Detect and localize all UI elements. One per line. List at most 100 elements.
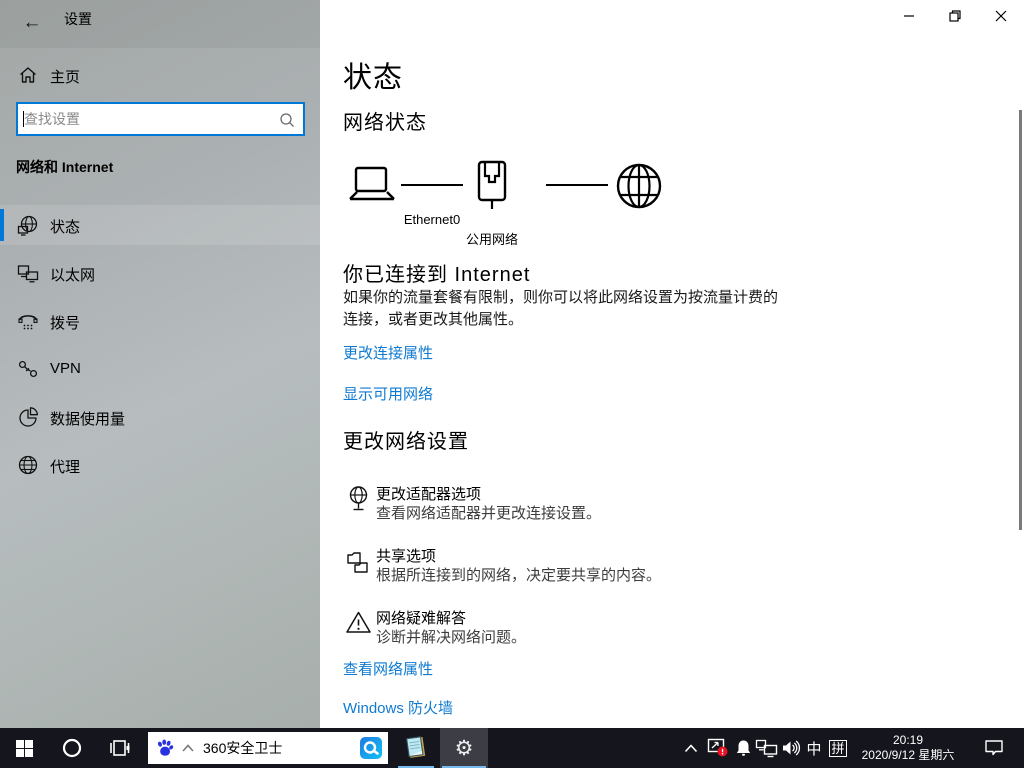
restore-button[interactable] — [932, 0, 978, 32]
network-type-label: 公用网络 — [432, 229, 552, 248]
sidebar-home-label: 主页 — [50, 66, 80, 87]
sidebar-item-label: 代理 — [50, 456, 80, 477]
setting-item-desc: 诊断并解决网络问题。 — [376, 626, 526, 647]
setting-item-troubleshooter[interactable]: 网络疑难解答 诊断并解决网络问题。 — [345, 607, 825, 651]
taskbar: 360安全卫士 — [0, 728, 1024, 768]
ethernet-plug-icon — [473, 160, 511, 210]
connected-heading: 你已连接到 Internet — [343, 258, 530, 287]
tray-show-hidden-icons[interactable] — [678, 728, 704, 768]
main-pane: 状态 网络状态 — [320, 0, 1024, 728]
network-diagram: Ethernet0 公用网络 — [343, 160, 763, 250]
internet-globe-icon — [615, 162, 663, 210]
security-icon — [707, 738, 729, 758]
cortana-icon — [62, 738, 82, 758]
tray-network-icon[interactable] — [752, 728, 780, 768]
task-view-button[interactable] — [96, 728, 144, 768]
cortana-button[interactable] — [48, 728, 96, 768]
sidebar: ← 设置 主页 网络和 Internet — [0, 0, 320, 728]
bell-icon — [735, 739, 752, 757]
task-view-icon — [110, 738, 130, 758]
show-networks-link[interactable]: 显示可用网络 — [343, 383, 433, 404]
laptop-icon — [347, 166, 397, 206]
sidebar-item-label: 以太网 — [50, 264, 95, 285]
taskbar-search-box[interactable]: 360安全卫士 — [148, 732, 388, 764]
vertical-scrollbar[interactable] — [1019, 110, 1022, 530]
change-connection-link[interactable]: 更改连接属性 — [343, 342, 433, 363]
baidu-icon — [155, 738, 175, 758]
chevron-up-icon — [684, 744, 698, 753]
selected-accent-bar — [0, 209, 4, 241]
speaker-icon — [781, 739, 801, 757]
warning-triangle-icon — [345, 609, 372, 636]
taskbar-app-notepad[interactable] — [392, 728, 440, 768]
connected-description: 如果你的流量套餐有限制，则你可以将此网络设置为按流量计费的连接，或者更改其他属性… — [343, 287, 788, 331]
gear-icon: ⚙ — [455, 738, 474, 759]
sidebar-item-ethernet[interactable]: 以太网 — [0, 253, 320, 293]
window-controls — [886, 0, 1024, 32]
setting-item-desc: 根据所连接到的网络，决定要共享的内容。 — [376, 564, 661, 585]
settings-window: ← 设置 主页 网络和 Internet — [0, 0, 1024, 728]
setting-item-desc: 查看网络适配器并更改连接设置。 — [376, 502, 601, 523]
dialup-icon — [17, 310, 39, 332]
setting-item-title: 共享选项 — [376, 545, 436, 566]
tray-clock[interactable]: 20:19 2020/9/12 星期六 — [852, 728, 964, 768]
tray-notification-bell[interactable] — [732, 728, 754, 768]
network-status-heading: 网络状态 — [343, 106, 427, 135]
notepad-icon — [403, 735, 429, 761]
minimize-button[interactable] — [886, 0, 932, 32]
start-button[interactable] — [0, 728, 48, 768]
taskbar-app-settings[interactable]: ⚙ — [440, 728, 488, 768]
view-network-properties-link[interactable]: 查看网络属性 — [343, 658, 433, 679]
setting-item-title: 更改适配器选项 — [376, 483, 481, 504]
proxy-icon — [17, 454, 39, 476]
ime-language-label: 中 — [806, 738, 821, 759]
back-button[interactable]: ← — [14, 5, 50, 41]
connection-line — [546, 184, 608, 186]
connection-line — [401, 184, 463, 186]
action-center-button[interactable] — [972, 728, 1016, 768]
sidebar-item-label: 状态 — [50, 216, 80, 237]
taskbar-search-text: 360安全卫士 — [203, 738, 359, 758]
window-title: 设置 — [64, 9, 92, 29]
sidebar-item-status[interactable]: 状态 — [0, 205, 320, 245]
search-input[interactable] — [24, 104, 274, 134]
ethernet-network-icon — [755, 739, 778, 758]
search-icon — [278, 111, 296, 129]
setting-item-adapter-options[interactable]: 更改适配器选项 查看网络适配器并更改连接设置。 — [345, 483, 825, 527]
tray-ime-mode[interactable]: 拼 — [826, 728, 850, 768]
tray-volume-icon[interactable] — [778, 728, 804, 768]
sidebar-nav: 状态 以太网 — [0, 205, 320, 493]
clock-time: 20:19 — [893, 733, 923, 748]
vpn-icon — [17, 358, 39, 380]
setting-item-title: 网络疑难解答 — [376, 607, 466, 628]
windows-logo-icon — [16, 740, 33, 757]
close-button[interactable] — [978, 0, 1024, 32]
ime-mode-label: 拼 — [829, 740, 846, 757]
sidebar-item-home[interactable]: 主页 — [0, 58, 320, 94]
sidebar-item-dialup[interactable]: 拨号 — [0, 301, 320, 341]
page-title: 状态 — [343, 54, 403, 96]
clock-date: 2020/9/12 星期六 — [862, 748, 955, 763]
home-icon — [18, 65, 38, 85]
sidebar-item-label: VPN — [50, 360, 81, 377]
sharing-options-icon — [345, 547, 372, 574]
tray-security-alert[interactable] — [704, 728, 732, 768]
ethernet-icon — [17, 262, 39, 284]
status-icon — [17, 214, 39, 236]
setting-item-sharing-options[interactable]: 共享选项 根据所连接到的网络，决定要共享的内容。 — [345, 545, 825, 589]
sidebar-item-proxy[interactable]: 代理 — [0, 445, 320, 485]
sidebar-item-label: 数据使用量 — [50, 408, 125, 429]
settings-search-box[interactable] — [16, 102, 305, 136]
action-center-icon — [984, 739, 1004, 757]
adapter-options-icon — [345, 485, 372, 512]
sidebar-item-vpn[interactable]: VPN — [0, 349, 320, 389]
sidebar-item-data-usage[interactable]: 数据使用量 — [0, 397, 320, 437]
sidebar-section-title: 网络和 Internet — [16, 157, 113, 177]
desktop-screen: ← 设置 主页 网络和 Internet — [0, 0, 1024, 768]
tray-ime-language[interactable]: 中 — [802, 728, 826, 768]
360-search-icon — [359, 736, 383, 760]
adapter-name-label: Ethernet0 — [372, 212, 492, 227]
windows-firewall-link[interactable]: Windows 防火墙 — [343, 697, 453, 718]
sidebar-item-label: 拨号 — [50, 312, 80, 333]
change-settings-heading: 更改网络设置 — [343, 425, 469, 454]
